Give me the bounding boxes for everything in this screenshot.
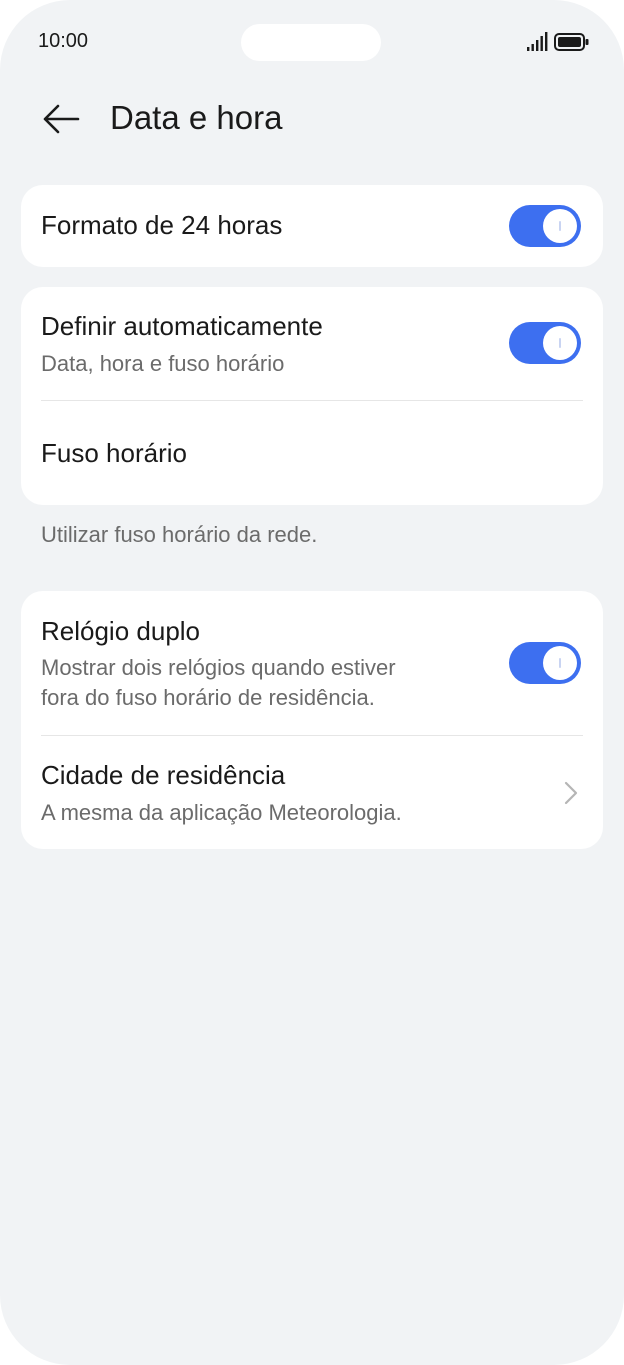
setting-row-dual-clock[interactable]: Relógio duplo Mostrar dois relógios quan… — [21, 591, 603, 735]
page-header: Data e hora — [0, 86, 624, 150]
camera-cutout — [241, 24, 381, 61]
phone-screen: 10:00 Data e hora Formato de 24 horas De… — [0, 0, 624, 1365]
setting-subtitle: A mesma da aplicação Meteorologia. — [41, 800, 402, 825]
setting-subtitle: Mostrar dois relógios quando estiver for… — [41, 655, 396, 710]
setting-title: Relógio duplo — [41, 616, 201, 646]
status-bar: 10:00 — [0, 0, 624, 86]
setting-title: Fuso horário — [41, 438, 187, 468]
chevron-right-icon — [564, 781, 578, 805]
status-time: 10:00 — [38, 30, 89, 52]
setting-title: Definir automaticamente — [41, 311, 323, 341]
setting-row-24h-format[interactable]: Formato de 24 horas — [21, 185, 603, 267]
toggle-knob — [543, 326, 577, 360]
timezone-note: Utilizar fuso horário da rede. — [41, 522, 318, 547]
back-button[interactable] — [38, 96, 84, 142]
page-title: Data e hora — [110, 99, 283, 136]
card-dual-clock: Relógio duplo Mostrar dois relógios quan… — [21, 591, 603, 849]
toggle-dual-clock[interactable] — [509, 642, 581, 684]
battery-icon — [554, 33, 589, 51]
card-24h-format: Formato de 24 horas — [21, 185, 603, 267]
arrow-left-icon — [43, 104, 80, 134]
setting-title: Cidade de residência — [41, 760, 286, 790]
setting-row-timezone[interactable]: Fuso horário — [21, 401, 603, 505]
toggle-knob — [543, 646, 577, 680]
setting-subtitle: Data, hora e fuso horário — [41, 351, 285, 376]
setting-title: Formato de 24 horas — [41, 210, 283, 240]
setting-row-home-city[interactable]: Cidade de residência A mesma da aplicaçã… — [21, 736, 603, 849]
signal-bars-icon — [527, 32, 548, 51]
card-auto-time: Definir automaticamente Data, hora e fus… — [21, 287, 603, 505]
toggle-knob — [543, 209, 577, 243]
toggle-24h-format[interactable] — [509, 205, 581, 247]
setting-row-auto-set[interactable]: Definir automaticamente Data, hora e fus… — [21, 287, 603, 400]
status-icons — [526, 32, 590, 52]
toggle-auto-set[interactable] — [509, 322, 581, 364]
